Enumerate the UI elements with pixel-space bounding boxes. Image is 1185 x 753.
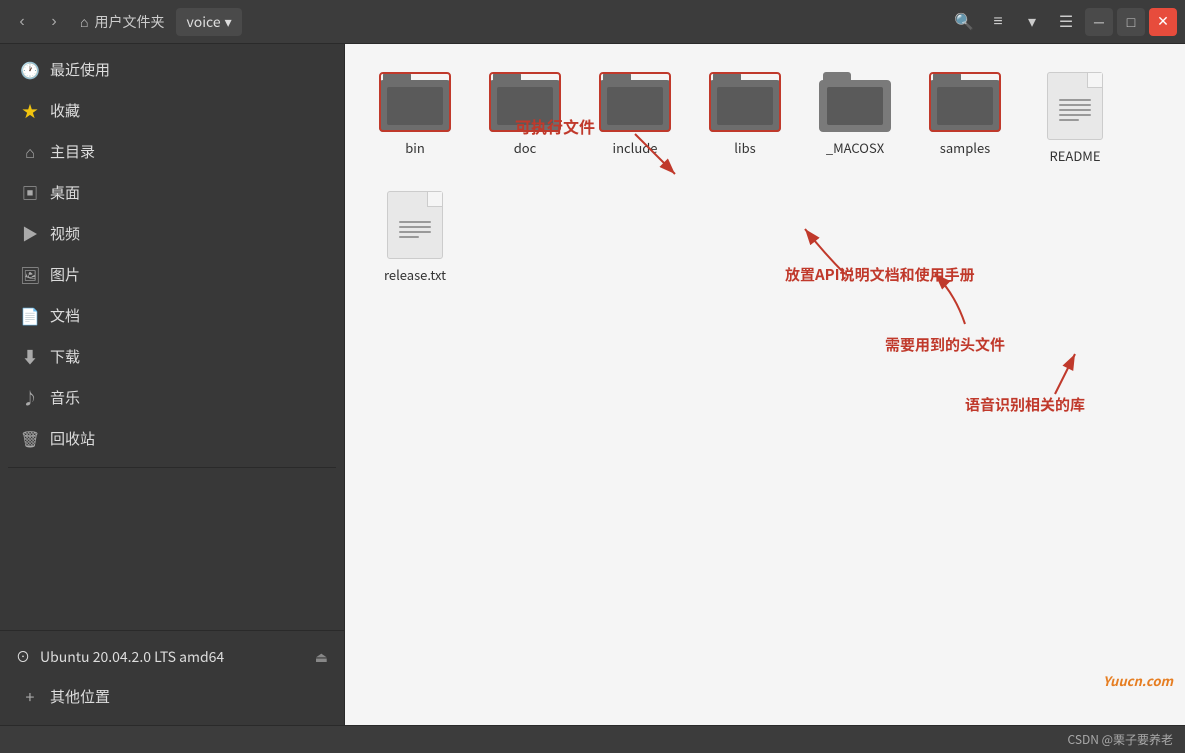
sidebar-label-desktop: 桌面	[50, 182, 80, 203]
file-item-release[interactable]: release.txt	[365, 183, 465, 292]
toolbar-actions: 🔍 ≡ ▾ ☰ ─ □ ✕	[949, 7, 1177, 37]
folder-body-samples	[929, 80, 1001, 132]
sidebar-item-documents[interactable]: 📄 文档	[4, 295, 340, 335]
sidebar-divider	[8, 467, 336, 468]
file-name-include: include	[613, 138, 658, 157]
sidebar-item-starred[interactable]: ★ 收藏	[4, 90, 340, 130]
file-name-release: release.txt	[384, 265, 446, 284]
main-layout: 🕐 最近使用 ★ 收藏 ⌂ 主目录 ▣ 桌面 ▶ 视频 🖼 图片	[0, 44, 1185, 725]
drive-icon: ⊙	[16, 647, 30, 667]
sidebar-label-trash: 回收站	[50, 428, 95, 449]
file-grid: bin doc include libs _MACOSX samples README rel…	[365, 64, 1165, 292]
back-button[interactable]: ‹	[8, 8, 36, 36]
sidebar-label-video: 视频	[50, 223, 80, 244]
statusbar: CSDN @栗子要养老	[0, 725, 1185, 753]
folder-body-bin	[379, 80, 451, 132]
search-button[interactable]: 🔍	[949, 7, 979, 37]
file-item-doc[interactable]: doc	[475, 64, 575, 165]
sidebar-item-video[interactable]: ▶ 视频	[4, 213, 340, 253]
document-icon: 📄	[20, 303, 40, 327]
file-name-macosx: _MACOSX	[826, 138, 884, 157]
sidebar-label-images: 图片	[50, 264, 80, 285]
titlebar: ‹ › ⌂ 用户文件夹 voice ▾ 🔍 ≡ ▾ ☰ ─ □ ✕	[0, 0, 1185, 44]
minimize-button[interactable]: ─	[1085, 8, 1113, 36]
plus-icon: +	[20, 684, 40, 708]
maximize-button[interactable]: □	[1117, 8, 1145, 36]
annotation-headers: 需要用到的头文件	[885, 334, 1005, 355]
brand-yuucn: Yuucn.com	[1103, 671, 1173, 690]
eject-button[interactable]: ⏏	[315, 649, 328, 666]
sidebar-label-home: 主目录	[50, 141, 95, 162]
sidebar-label-downloads: 下载	[50, 346, 80, 367]
sidebar-item-other-locations[interactable]: + 其他位置	[4, 676, 340, 716]
sidebar-footer: ⊙ Ubuntu 20.04.2.0 LTS amd64 ⏏ + 其他位置	[0, 630, 344, 725]
home-button[interactable]: ⌂ 用户文件夹	[72, 8, 172, 36]
menu-button[interactable]: ☰	[1051, 7, 1081, 37]
file-item-readme[interactable]: README	[1025, 64, 1125, 173]
txt-icon-release	[387, 191, 443, 259]
chevron-down-icon: ▾	[225, 12, 232, 32]
sidebar-label-documents: 文档	[50, 305, 80, 326]
drive-label: Ubuntu 20.04.2.0 LTS amd64	[40, 647, 224, 667]
folder-body-include	[599, 80, 671, 132]
folder-body-doc	[489, 80, 561, 132]
file-name-bin: bin	[405, 138, 425, 157]
sidebar-section-bookmarks: 🕐 最近使用 ★ 收藏 ⌂ 主目录 ▣ 桌面 ▶ 视频 🖼 图片	[0, 44, 344, 463]
sidebar-item-downloads[interactable]: ⬇ 下载	[4, 336, 340, 376]
file-item-include[interactable]: include	[585, 64, 685, 165]
sidebar-item-recent[interactable]: 🕐 最近使用	[4, 49, 340, 89]
home-dir-icon: ⌂	[20, 139, 40, 163]
file-item-macosx[interactable]: _MACOSX	[805, 64, 905, 165]
download-icon: ⬇	[20, 344, 40, 368]
file-name-samples: samples	[940, 138, 990, 157]
sidebar-item-drive[interactable]: ⊙ Ubuntu 20.04.2.0 LTS amd64 ⏏	[0, 639, 344, 675]
home-icon: ⌂	[80, 14, 88, 30]
breadcrumb: voice ▾	[176, 8, 241, 36]
sidebar-label-music: 音乐	[50, 387, 80, 408]
file-icon-readme	[1047, 72, 1103, 140]
sidebar-item-music[interactable]: ♪ 音乐	[4, 377, 340, 417]
file-name-libs: libs	[734, 138, 755, 157]
view-toggle-button[interactable]: ≡	[983, 7, 1013, 37]
other-locations-label: 其他位置	[50, 686, 110, 707]
image-icon: 🖼	[20, 262, 40, 286]
music-icon: ♪	[20, 385, 40, 409]
breadcrumb-text: voice	[186, 12, 220, 32]
file-item-samples[interactable]: samples	[915, 64, 1015, 165]
home-label: 用户文件夹	[94, 12, 164, 32]
star-icon: ★	[20, 98, 40, 122]
annotation-arrow-libs	[985, 334, 1135, 414]
folder-body-macosx	[819, 80, 891, 132]
sidebar: 🕐 最近使用 ★ 收藏 ⌂ 主目录 ▣ 桌面 ▶ 视频 🖼 图片	[0, 44, 345, 725]
sidebar-item-images[interactable]: 🖼 图片	[4, 254, 340, 294]
sidebar-item-desktop[interactable]: ▣ 桌面	[4, 172, 340, 212]
file-name-readme: README	[1050, 146, 1101, 165]
trash-icon: 🗑	[20, 426, 40, 450]
view-dropdown-button[interactable]: ▾	[1017, 7, 1047, 37]
video-icon: ▶	[20, 221, 40, 245]
annotation-libs: 语音识别相关的库	[965, 394, 1085, 415]
folder-body-libs	[709, 80, 781, 132]
csdn-label: CSDN @栗子要养老	[1068, 731, 1173, 748]
file-name-doc: doc	[514, 138, 537, 157]
sidebar-item-trash[interactable]: 🗑 回收站	[4, 418, 340, 458]
sidebar-item-home[interactable]: ⌂ 主目录	[4, 131, 340, 171]
clock-icon: 🕐	[20, 57, 40, 81]
forward-button[interactable]: ›	[40, 8, 68, 36]
file-item-libs[interactable]: libs	[695, 64, 795, 165]
sidebar-label-recent: 最近使用	[50, 59, 110, 80]
sidebar-label-starred: 收藏	[50, 100, 80, 121]
file-area[interactable]: bin doc include libs _MACOSX samples README rel…	[345, 44, 1185, 725]
file-item-bin[interactable]: bin	[365, 64, 465, 165]
desktop-icon: ▣	[20, 180, 40, 204]
close-button[interactable]: ✕	[1149, 8, 1177, 36]
